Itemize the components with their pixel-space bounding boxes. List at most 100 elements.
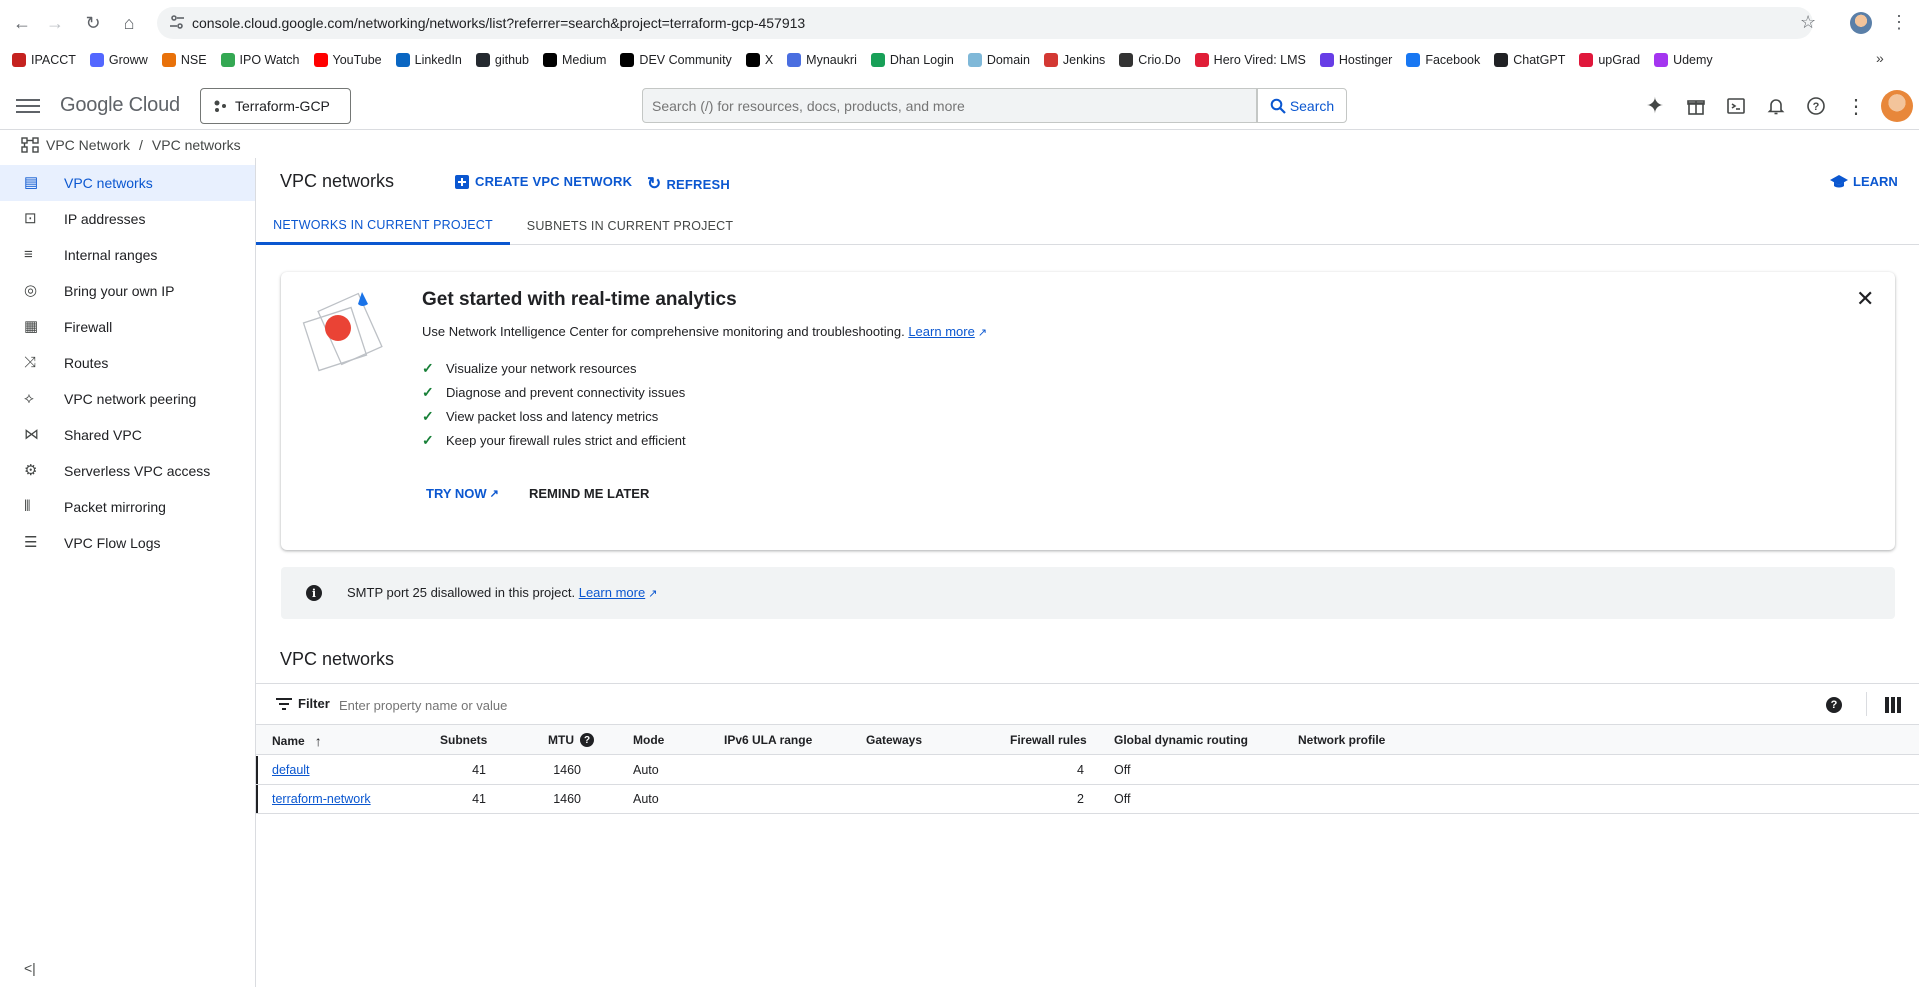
column-header-firewall-rules[interactable]: Firewall rules — [1010, 733, 1087, 747]
sidebar-item-routes[interactable]: ⤨ Routes — [0, 345, 255, 381]
column-header-name[interactable]: Name ↑ — [272, 733, 322, 749]
bookmark-item[interactable]: YouTube — [313, 53, 382, 67]
sidebar-item-ip-addresses[interactable]: ⊡ IP addresses — [0, 201, 255, 237]
search-input[interactable] — [652, 96, 1242, 116]
column-header-network-profile[interactable]: Network profile — [1298, 733, 1385, 747]
search-button[interactable]: Search — [1257, 88, 1347, 123]
bookmark-item[interactable]: github — [475, 53, 529, 67]
tab-subnets-in-current-project[interactable]: SUBNETS IN CURRENT PROJECT — [512, 207, 748, 245]
bookmark-item[interactable]: Domain — [967, 53, 1030, 67]
table-help-icon[interactable]: ? — [1826, 697, 1842, 713]
breadcrumb-vpc-network[interactable]: VPC Network — [46, 137, 130, 153]
promo-check-item: ✓ Keep your firewall rules strict and eff… — [422, 432, 686, 449]
bookmark-item[interactable]: X — [745, 53, 773, 67]
close-icon[interactable]: ✕ — [1856, 286, 1874, 312]
bookmark-star-icon[interactable]: ☆ — [1800, 12, 1816, 33]
sidebar-item-packet-mirroring[interactable]: ⦀ Packet mirroring — [0, 489, 255, 525]
breadcrumb-vpc-networks: VPC networks — [151, 137, 241, 153]
bookmark-item[interactable]: upGrad — [1579, 53, 1640, 67]
refresh-icon: ↻ — [647, 174, 662, 193]
back-icon[interactable]: ← — [9, 10, 35, 36]
gift-icon[interactable] — [1684, 94, 1708, 118]
network-name-link[interactable]: default — [272, 763, 310, 777]
sidebar-item-vpc-flow-logs[interactable]: ☰ VPC Flow Logs — [0, 525, 255, 561]
column-header-gateways[interactable]: Gateways — [866, 733, 922, 747]
bookmark-label: Crio.Do — [1138, 53, 1181, 67]
forward-icon[interactable]: → — [42, 10, 68, 36]
try-now-button[interactable]: TRY NOW ↗ — [426, 486, 499, 501]
user-avatar[interactable] — [1881, 90, 1913, 122]
bookmark-item[interactable]: Dhan Login — [870, 53, 954, 67]
url-text[interactable]: console.cloud.google.com/networking/netw… — [192, 15, 805, 31]
sort-ascending-icon[interactable]: ↑ — [315, 733, 322, 749]
bookmark-item[interactable]: IPO Watch — [220, 53, 300, 67]
breadcrumb-separator: / — [139, 137, 143, 153]
promo-check-item: ✓ View packet loss and latency metrics — [422, 408, 658, 425]
bookmark-item[interactable]: DEV Community — [620, 53, 732, 67]
promo-learn-more-link[interactable]: Learn more — [908, 324, 974, 339]
sidebar-item-shared-vpc[interactable]: ⋈ Shared VPC — [0, 417, 255, 453]
network-name-link[interactable]: terraform-network — [272, 792, 371, 806]
bookmark-item[interactable]: NSE — [161, 53, 207, 67]
bookmark-item[interactable]: Mynaukri — [787, 53, 857, 67]
bookmark-favicon-icon — [1119, 53, 1134, 67]
column-header-mtu[interactable]: MTU? — [548, 733, 594, 747]
bookmark-item[interactable]: Medium — [542, 53, 606, 67]
breadcrumb: VPC Network / VPC networks — [20, 136, 241, 154]
bookmark-item[interactable]: Groww — [89, 53, 148, 67]
mtu-help-icon[interactable]: ? — [580, 733, 594, 747]
bookmark-item[interactable]: ChatGPT — [1494, 53, 1565, 67]
create-vpc-network-button[interactable]: CREATE VPC NETWORK — [455, 174, 632, 189]
cloud-shell-icon[interactable] — [1724, 94, 1748, 118]
column-header-mode[interactable]: Mode — [633, 733, 664, 747]
home-icon[interactable]: ⌂ — [116, 10, 142, 36]
google-cloud-logo[interactable]: Google Cloud — [60, 94, 180, 117]
browser-menu-icon[interactable]: ⋮ — [1890, 12, 1908, 33]
promo-check-text: Diagnose and prevent connectivity issues — [446, 385, 686, 400]
sidebar-item-vpc-networks[interactable]: ▤ VPC networks — [0, 165, 255, 201]
filter-button[interactable]: Filter — [276, 696, 330, 711]
bookmark-item[interactable]: Hostinger — [1319, 53, 1392, 67]
sidebar-item-label: VPC Flow Logs — [64, 535, 161, 551]
sidebar-item-bring-your-own-ip[interactable]: ◎ Bring your own IP — [0, 273, 255, 309]
sidebar-item-vpc-network-peering[interactable]: ⟡ VPC network peering — [0, 381, 255, 417]
info-icon: i — [306, 585, 322, 601]
browser-profile-avatar[interactable] — [1850, 12, 1872, 34]
project-picker-button[interactable]: Terraform-GCP — [200, 88, 351, 124]
gemini-sparkle-icon[interactable]: ✦ — [1643, 93, 1667, 118]
column-header-ipv6-ula-range[interactable]: IPv6 ULA range — [724, 733, 812, 747]
tab-networks-in-current-project[interactable]: NETWORKS IN CURRENT PROJECT — [256, 207, 510, 245]
bookmark-item[interactable]: LinkedIn — [395, 53, 462, 67]
bookmark-item[interactable]: IPACCT — [12, 53, 76, 67]
bookmark-item[interactable]: Facebook — [1406, 53, 1480, 67]
column-display-options-icon[interactable] — [1885, 697, 1901, 713]
more-options-icon[interactable]: ⋮ — [1844, 94, 1868, 118]
sidebar-item-firewall[interactable]: ▦ Firewall — [0, 309, 255, 345]
sidebar-item-serverless-vpc-access[interactable]: ⚙ Serverless VPC access — [0, 453, 255, 489]
mode-cell: Auto — [633, 763, 659, 777]
promo-check-item: ✓ Visualize your network resources — [422, 360, 637, 377]
column-header-global-dynamic-routing[interactable]: Global dynamic routing — [1114, 733, 1248, 747]
remind-me-later-button[interactable]: REMIND ME LATER — [529, 486, 649, 501]
site-info-icon[interactable] — [168, 13, 186, 31]
refresh-button[interactable]: ↻ REFRESH — [647, 174, 730, 194]
smtp-learn-more-link[interactable]: Learn more — [579, 585, 645, 600]
bookmark-item[interactable]: Udemy — [1654, 53, 1713, 67]
reload-icon[interactable]: ↻ — [80, 10, 106, 36]
notifications-bell-icon[interactable] — [1764, 94, 1788, 118]
sidebar-item-label: Shared VPC — [64, 427, 142, 443]
learn-button[interactable]: LEARN — [1830, 174, 1898, 189]
help-circle-icon[interactable]: ? — [1804, 94, 1828, 118]
collapse-sidebar-icon[interactable]: <| — [24, 960, 36, 976]
bookmark-item[interactable]: Crio.Do — [1119, 53, 1181, 67]
main-menu-icon[interactable] — [16, 95, 40, 115]
sidebar-item-internal-ranges[interactable]: ≡ Internal ranges — [0, 237, 255, 273]
bookmark-favicon-icon — [220, 53, 235, 67]
school-cap-icon — [1830, 174, 1848, 187]
bookmark-item[interactable]: Hero Vired: LMS — [1194, 53, 1306, 67]
bookmark-item[interactable]: Jenkins — [1043, 53, 1105, 67]
column-header-subnets[interactable]: Subnets — [440, 733, 487, 747]
firewall-icon: ▦ — [24, 318, 39, 335]
bookmarks-more-icon[interactable]: » — [1876, 50, 1884, 66]
filter-input[interactable] — [339, 696, 1039, 714]
